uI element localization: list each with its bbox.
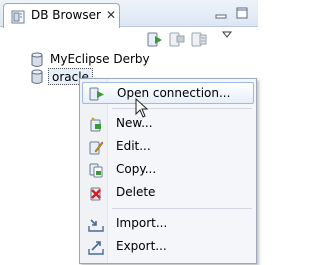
menu-separator bbox=[112, 208, 252, 209]
menu-item-label: Copy... bbox=[116, 162, 157, 176]
menu-item-label: Delete bbox=[116, 185, 156, 199]
close-icon[interactable]: ✕ bbox=[105, 8, 117, 22]
database-icon bbox=[31, 52, 43, 67]
delete-icon bbox=[90, 187, 101, 201]
open-connection-icon bbox=[89, 87, 104, 101]
database-properties-icon[interactable] bbox=[190, 30, 208, 48]
menu-item-label: Edit... bbox=[116, 139, 151, 153]
maximize-icon[interactable] bbox=[235, 6, 249, 20]
export-icon bbox=[88, 241, 104, 255]
view-tab-bar: DB Browser ✕ bbox=[0, 0, 258, 28]
menu-item-import[interactable]: Import... bbox=[82, 213, 254, 235]
edit-icon bbox=[89, 141, 104, 155]
open-connection-icon[interactable] bbox=[146, 30, 164, 48]
chevron-down-icon[interactable] bbox=[222, 30, 232, 40]
copy-icon bbox=[89, 163, 103, 178]
view-toolbar bbox=[0, 27, 258, 49]
db-browser-icon bbox=[11, 10, 25, 24]
context-menu: Open connection... New... Edit... Copy..… bbox=[79, 78, 257, 264]
database-icon bbox=[31, 69, 43, 84]
tree-item-label: MyEclipse Derby bbox=[50, 52, 150, 66]
db-browser-view: DB Browser ✕ MyEclipse Derby oracle Open… bbox=[0, 0, 258, 265]
import-icon bbox=[88, 219, 104, 232]
menu-item-edit[interactable]: Edit... bbox=[82, 136, 254, 158]
new-connection-icon bbox=[90, 117, 101, 132]
db-browser-tab[interactable]: DB Browser ✕ bbox=[3, 3, 120, 28]
menu-separator bbox=[112, 108, 252, 109]
menu-item-delete[interactable]: Delete bbox=[82, 182, 254, 204]
menu-item-export[interactable]: Export... bbox=[82, 236, 254, 258]
menu-item-copy[interactable]: Copy... bbox=[82, 159, 254, 181]
menu-item-new[interactable]: New... bbox=[82, 113, 254, 135]
menu-item-label: Export... bbox=[116, 239, 167, 253]
menu-item-label: Import... bbox=[116, 216, 168, 230]
mouse-cursor-icon bbox=[135, 98, 149, 118]
view-title: DB Browser bbox=[31, 8, 101, 22]
minimize-icon[interactable] bbox=[214, 6, 228, 20]
menu-item-open-connection[interactable]: Open connection... bbox=[82, 82, 254, 104]
disconnect-icon[interactable] bbox=[168, 30, 186, 48]
